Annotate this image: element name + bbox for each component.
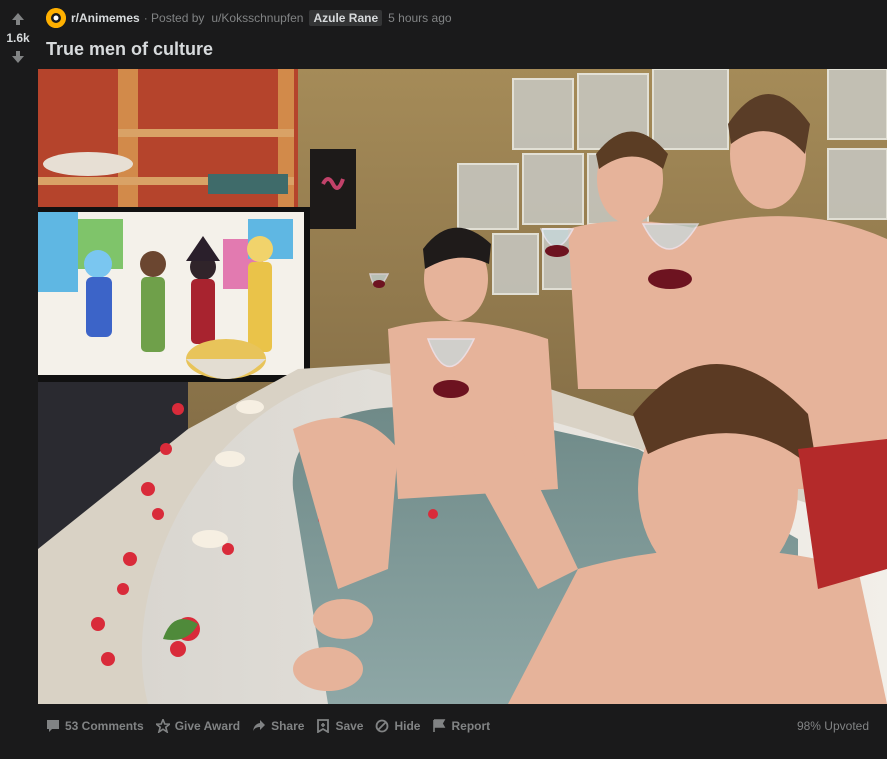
post-title[interactable]: True men of culture — [38, 36, 887, 68]
save-button[interactable]: Save — [316, 719, 363, 733]
hide-label: Hide — [394, 719, 421, 733]
subreddit-link[interactable]: r/Animemes — [71, 11, 140, 25]
hide-icon — [376, 719, 389, 733]
report-label: Report — [451, 719, 491, 733]
award-icon — [155, 719, 170, 733]
upvote-arrow-icon[interactable] — [9, 10, 27, 28]
share-label: Share — [271, 719, 305, 733]
award-label: Give Award — [174, 719, 241, 733]
report-button[interactable]: Report — [432, 719, 490, 733]
post-actions-bar: 53 Comments Give Award Share Save Hide R… — [38, 712, 887, 740]
post-timestamp[interactable]: 5 hours ago — [388, 11, 451, 25]
share-button[interactable]: Share — [252, 719, 304, 733]
give-award-button[interactable]: Give Award — [155, 719, 241, 733]
user-flair-badge: Azule Rane — [309, 10, 383, 26]
post-meta: r/Animemes · Posted by u/Koksschnupfen A… — [38, 0, 887, 36]
save-label: Save — [335, 719, 364, 733]
vote-score: 1.6k — [6, 31, 30, 45]
posted-by-label: · Posted by — [143, 11, 205, 25]
hide-button[interactable]: Hide — [375, 719, 420, 733]
flag-icon — [433, 719, 446, 732]
subreddit-icon[interactable] — [46, 8, 66, 28]
downvote-arrow-icon[interactable] — [9, 48, 27, 66]
share-icon — [253, 720, 266, 731]
comments-button[interactable]: 53 Comments — [46, 719, 144, 733]
author-link[interactable]: u/Koksschnupfen — [211, 11, 303, 25]
post-image[interactable] — [38, 69, 887, 704]
comments-label: 53 Comments — [65, 719, 144, 733]
comment-icon — [47, 720, 59, 732]
upvote-ratio: 98% Upvoted — [796, 719, 869, 733]
bookmark-icon — [317, 719, 330, 733]
vote-column: 1.6k — [0, 0, 36, 759]
post-content: r/Animemes · Posted by u/Koksschnupfen A… — [38, 0, 887, 733]
bathtub-photo — [38, 69, 887, 704]
